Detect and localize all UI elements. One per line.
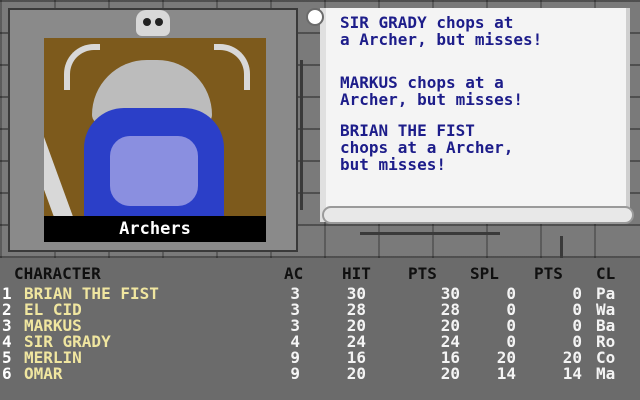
header-hit: HIT: [342, 264, 371, 283]
skull-icon: [136, 10, 170, 36]
header-pts-2: PTS: [534, 264, 563, 283]
party-member-row[interactable]: 2 EL CID 3 28 28 0 0 Wa: [0, 302, 640, 318]
header-pts: PTS: [408, 264, 437, 283]
header-character: CHARACTER: [14, 264, 101, 283]
helmet-horn-left: [64, 44, 100, 90]
member-pts: 20: [440, 364, 460, 383]
wall-crack: [300, 60, 303, 210]
header-cl: CL: [596, 264, 616, 283]
member-num: 6: [2, 364, 12, 383]
portrait-label: Archers: [44, 216, 266, 242]
member-pts2: 14: [562, 364, 582, 383]
wall-crack: [360, 232, 500, 235]
portrait-frame: Archers: [8, 8, 298, 252]
helmet-horn-right: [214, 44, 250, 90]
message-line-2: MARKUS chops at a Archer, but misses!: [340, 73, 524, 109]
member-name: OMAR: [24, 364, 63, 383]
member-cl: Ma: [596, 364, 616, 383]
message-line-3: BRIAN THE FIST chops at a Archer, but mi…: [340, 121, 514, 174]
member-ac: 9: [290, 364, 300, 383]
wall-crack: [560, 236, 563, 258]
scroll-top-knob: [306, 8, 324, 26]
party-member-row[interactable]: 4 SIR GRADY 4 24 24 0 0 Ro: [0, 334, 640, 350]
party-member-row[interactable]: 6 OMAR 9 20 20 14 14 Ma: [0, 366, 640, 382]
roster-header: CHARACTER AC HIT PTS SPL PTS CL: [0, 266, 640, 282]
party-member-row[interactable]: 1 BRIAN THE FIST 3 30 30 0 0 Pa: [0, 286, 640, 302]
header-spl: SPL: [470, 264, 499, 283]
header-ac: AC: [284, 264, 304, 283]
member-hit: 20: [346, 364, 366, 383]
enemy-portrait: [44, 38, 266, 242]
scroll-bottom-roll: [322, 206, 634, 224]
party-member-row[interactable]: 5 MERLIN 9 16 16 20 20 Co: [0, 350, 640, 366]
message-line-1: SIR GRADY chops at a Archer, but misses!: [340, 13, 543, 49]
member-spl: 14: [496, 364, 516, 383]
